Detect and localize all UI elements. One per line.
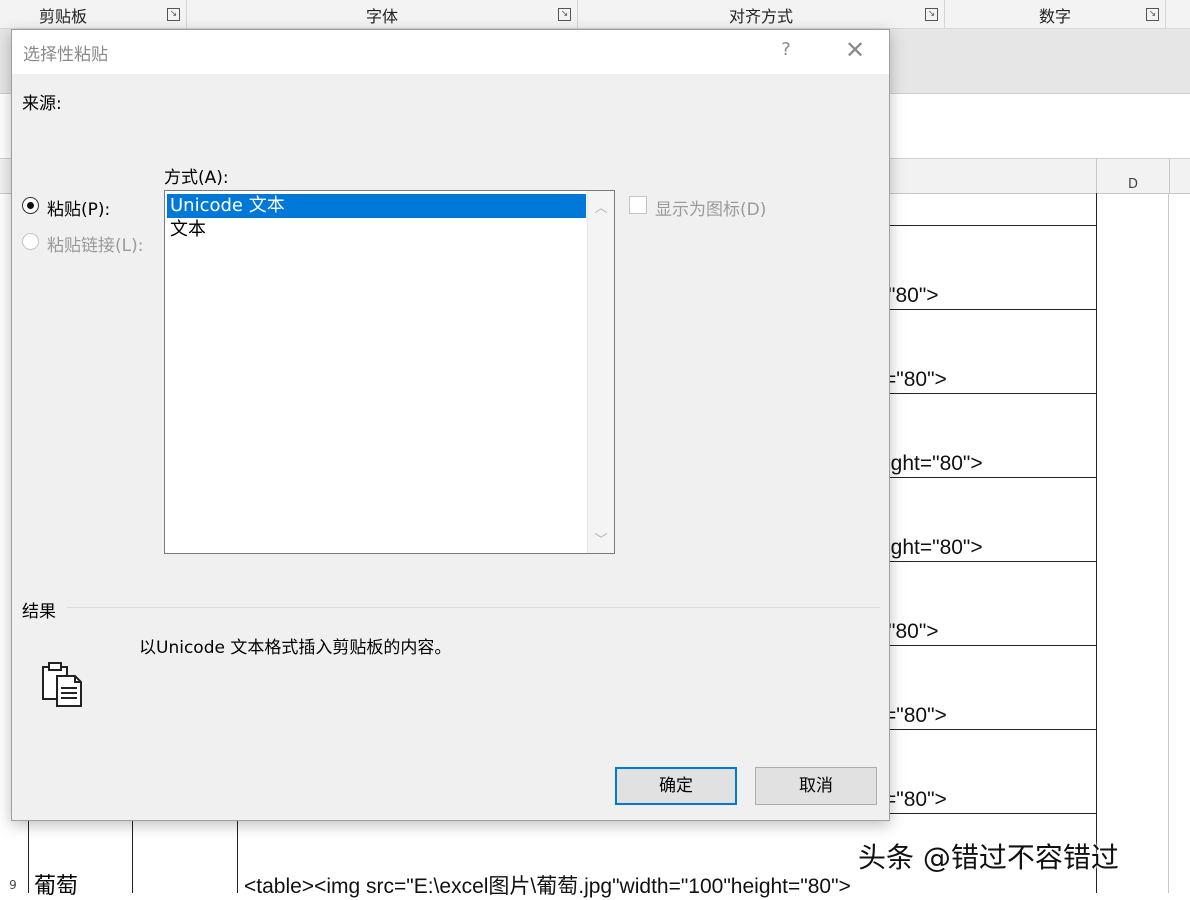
cell-fragment: ="80"> <box>884 788 947 811</box>
result-description: 以Unicode 文本格式插入剪贴板的内容。 <box>139 638 452 658</box>
grid-line <box>1168 193 1169 893</box>
help-icon[interactable]: ? <box>775 39 797 60</box>
ribbon-group-labels: 剪贴板 ↘ 字体 ↘ 对齐方式 ↘ 数字 ↘ <box>0 0 1190 29</box>
listbox-scrollbar[interactable]: ︿ ﹀ <box>587 191 614 553</box>
cell-fragment: ="80"> <box>884 368 947 391</box>
cancel-button[interactable]: 取消 <box>755 767 877 805</box>
chevron-down-icon[interactable]: ﹀ <box>588 529 614 548</box>
chevron-up-icon[interactable]: ︿ <box>588 197 614 216</box>
ok-button[interactable]: 确定 <box>615 767 737 805</box>
ribbon-group-alignment: 对齐方式 ↘ <box>578 0 945 28</box>
cell-fragment: "80"> <box>888 284 939 307</box>
ribbon-group-clipboard: 剪贴板 ↘ <box>0 0 187 28</box>
paste-format-listbox[interactable]: Unicode 文本 文本 ︿ ﹀ <box>164 190 615 554</box>
source-label: 来源: <box>22 94 62 114</box>
dialog-title: 选择性粘贴 <box>23 45 108 65</box>
close-icon[interactable]: ✕ <box>842 37 868 63</box>
ribbon-group-label: 对齐方式 <box>728 7 793 26</box>
grid-line <box>237 818 238 893</box>
result-separator <box>67 607 880 608</box>
display-as-icon-checkbox[interactable] <box>629 196 647 214</box>
grid-line <box>888 645 1096 646</box>
dialog-launcher-icon[interactable]: ↘ <box>558 8 571 21</box>
ribbon-group-label: 字体 <box>365 7 398 26</box>
dialog-launcher-icon[interactable]: ↘ <box>925 8 938 21</box>
ribbon-group-label: 剪贴板 <box>38 7 87 26</box>
watermark: 头条 @错过不容错过 <box>858 841 1119 874</box>
paste-link-radio-label[interactable]: 粘贴链接(L): <box>47 231 143 256</box>
dialog-titlebar[interactable]: 选择性粘贴 ? ✕ <box>12 30 889 74</box>
display-as-icon-label[interactable]: 显示为图标(D) <box>655 195 766 220</box>
grid-line <box>888 225 1096 226</box>
ribbon-group-font: 字体 ↘ <box>187 0 578 28</box>
ribbon-group-label: 数字 <box>1038 7 1071 26</box>
grid-line <box>888 477 1096 478</box>
row-number[interactable]: 9 <box>0 878 26 892</box>
grid-line <box>888 561 1096 562</box>
paste-special-dialog: 选择性粘贴 ? ✕ 来源: 方式(A): 粘贴(P): 粘贴链接(L): Uni… <box>11 29 890 821</box>
grid-line <box>888 729 1096 730</box>
as-label: 方式(A): <box>164 168 229 188</box>
dialog-launcher-icon[interactable]: ↘ <box>167 8 180 21</box>
cell-html-content[interactable]: <table><img src="E:\excel图片\葡萄.jpg"width… <box>244 870 851 900</box>
result-label: 结果 <box>22 602 56 622</box>
grid-line <box>132 818 133 893</box>
cell-fragment: ight="80"> <box>886 536 983 559</box>
list-item-text[interactable]: 文本 <box>167 218 586 242</box>
paste-radio-label[interactable]: 粘贴(P): <box>47 195 110 220</box>
grid-line <box>888 393 1096 394</box>
dialog-launcher-icon[interactable]: ↘ <box>1146 8 1159 21</box>
list-item-unicode-text[interactable]: Unicode 文本 <box>167 194 586 218</box>
paste-radio[interactable] <box>22 197 39 214</box>
column-header-d[interactable]: D <box>1096 159 1170 193</box>
cell-fruit-name[interactable]: 葡萄 <box>34 868 78 900</box>
ribbon-group-number: 数字 ↘ <box>945 0 1166 28</box>
cell-fragment: ight="80"> <box>886 452 983 475</box>
paste-link-radio[interactable] <box>22 233 39 250</box>
grid-line <box>28 818 29 893</box>
grid-line <box>1096 193 1097 893</box>
cell-fragment: ="80"> <box>884 704 947 727</box>
cell-fragment: "80"> <box>888 620 939 643</box>
clipboard-paste-icon <box>42 662 82 707</box>
grid-line <box>888 309 1096 310</box>
